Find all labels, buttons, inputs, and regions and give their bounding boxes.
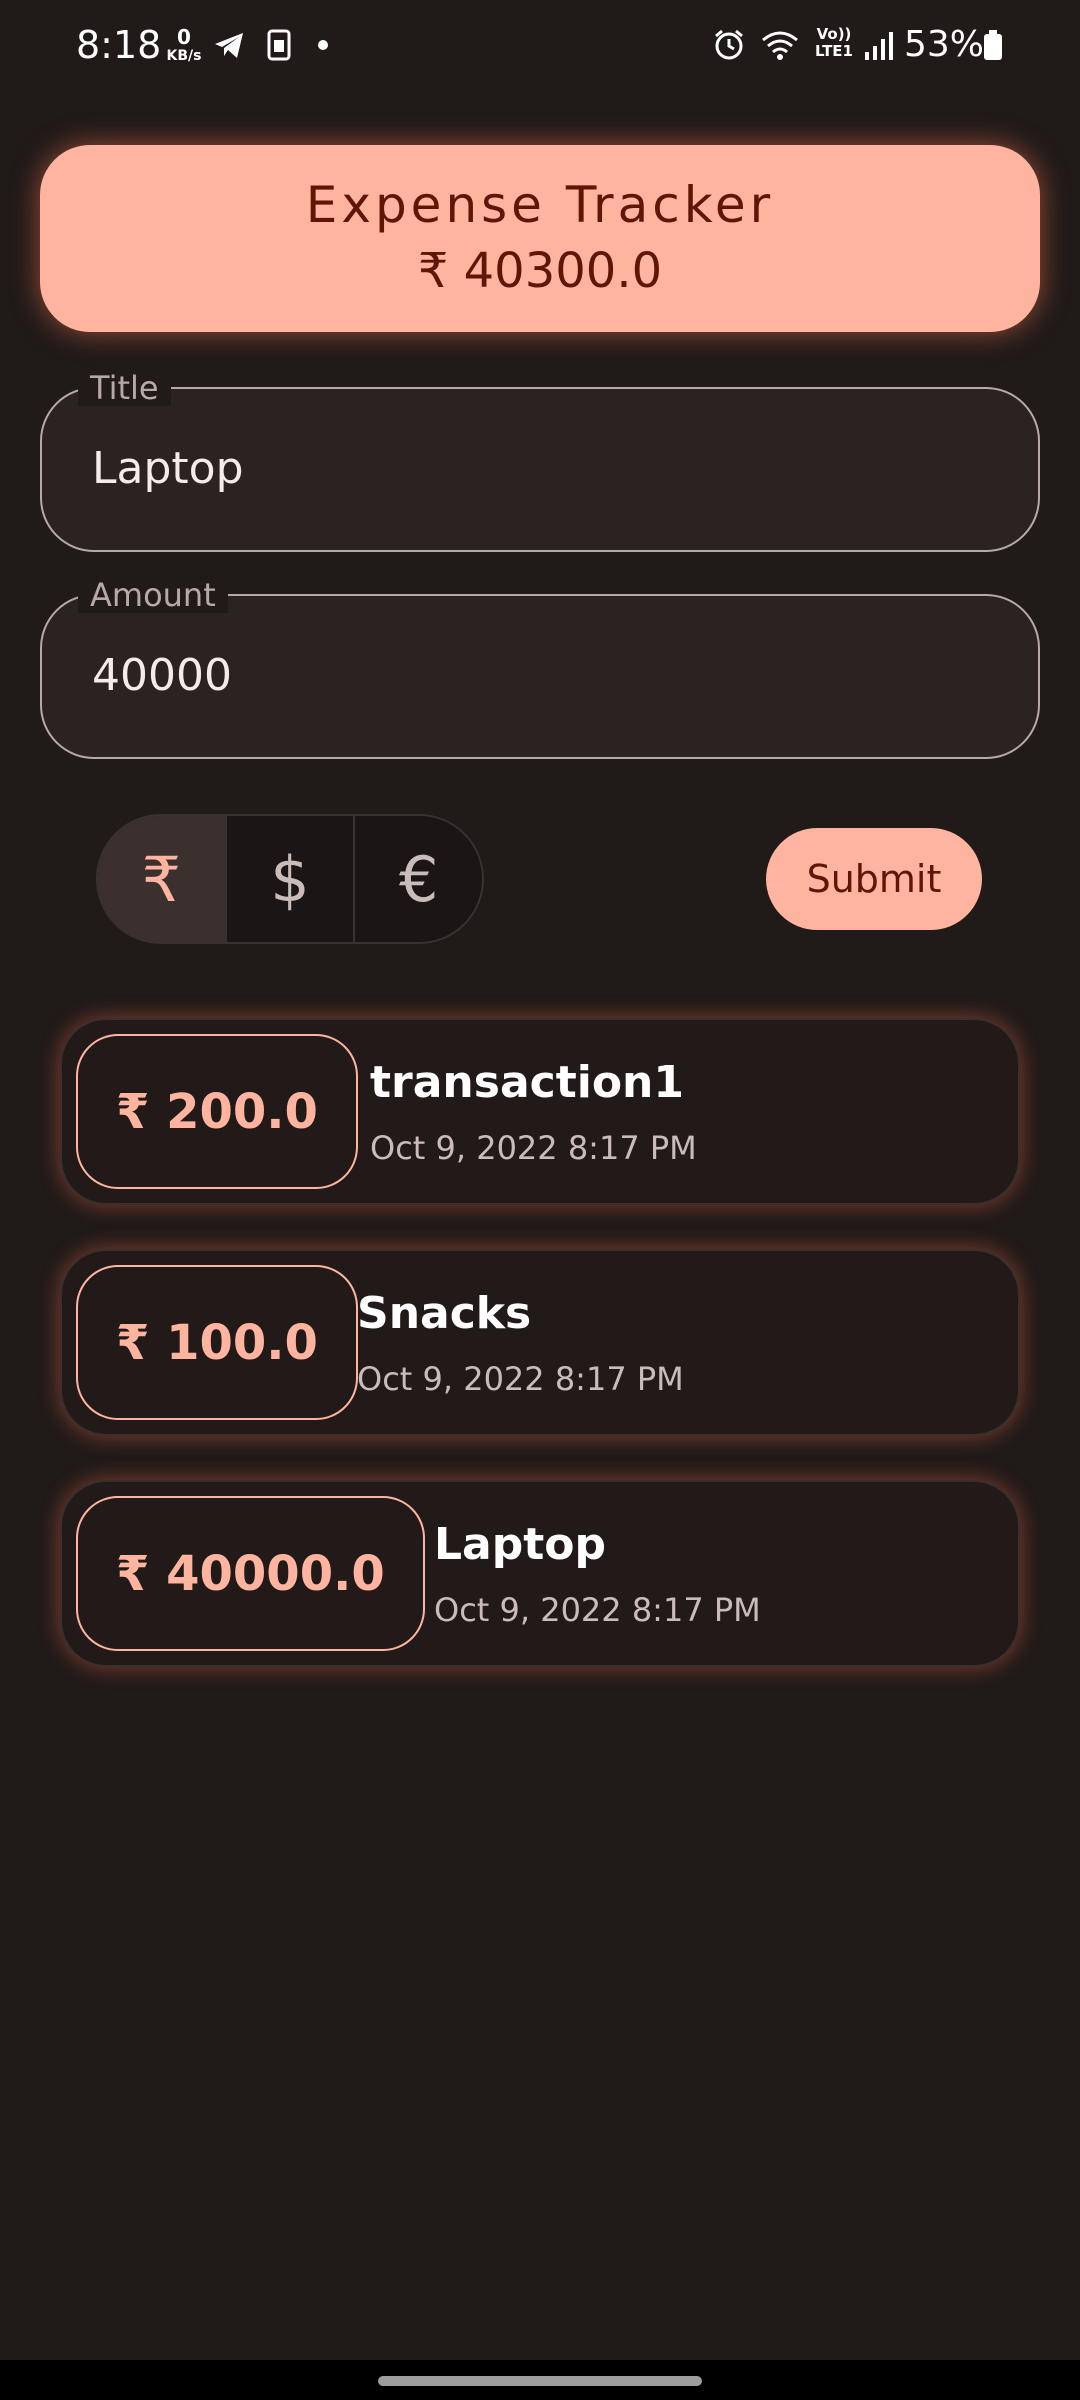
status-bar: 8:18 0 KB/s Vo)) LTE1 53% xyxy=(0,0,1080,90)
battery-icon xyxy=(984,30,1002,60)
transaction-date: Oct 9, 2022 8:17 PM xyxy=(357,1360,684,1398)
transaction-amount: ₹ 100.0 xyxy=(76,1265,358,1420)
network-speed-value: 0 xyxy=(177,25,191,49)
battery-percent: 53% xyxy=(904,24,985,65)
wifi-icon xyxy=(762,31,798,60)
app-title: Expense Tracker xyxy=(305,176,775,234)
transaction-title: Snacks xyxy=(357,1288,532,1339)
telegram-icon xyxy=(215,33,243,58)
currency-selector: ₹ $ € xyxy=(96,814,484,944)
currency-option-dollar[interactable]: $ xyxy=(226,816,356,942)
notification-dot-icon xyxy=(318,40,328,50)
transaction-amount: ₹ 40000.0 xyxy=(76,1496,425,1651)
status-time: 8:18 xyxy=(76,23,162,67)
total-expense: ₹ 40300.0 xyxy=(417,243,663,299)
sim-icon xyxy=(267,29,291,61)
title-field[interactable]: Title xyxy=(40,370,1040,552)
title-field-label: Title xyxy=(78,370,171,406)
alarm-icon xyxy=(715,29,743,60)
network-type: Vo)) LTE1 xyxy=(815,25,853,60)
transaction-date: Oct 9, 2022 8:17 PM xyxy=(434,1591,761,1629)
transaction-card[interactable]: ₹ 200.0 transaction1 Oct 9, 2022 8:17 PM xyxy=(60,1018,1020,1205)
transaction-date: Oct 9, 2022 8:17 PM xyxy=(370,1129,697,1167)
currency-option-euro[interactable]: € xyxy=(355,816,482,942)
transaction-title: transaction1 xyxy=(370,1057,684,1108)
transaction-amount: ₹ 200.0 xyxy=(76,1034,358,1189)
header-card: Expense Tracker ₹ 40300.0 xyxy=(40,145,1040,332)
title-input[interactable] xyxy=(92,441,992,497)
currency-option-rupee[interactable]: ₹ xyxy=(98,816,227,942)
signal-icon xyxy=(865,32,893,60)
amount-field[interactable]: Amount xyxy=(40,577,1040,759)
network-speed: 0 KB/s xyxy=(164,26,204,64)
submit-button[interactable]: Submit xyxy=(766,828,982,930)
home-gesture-handle[interactable] xyxy=(378,2376,702,2386)
transaction-card[interactable]: ₹ 100.0 Snacks Oct 9, 2022 8:17 PM xyxy=(60,1249,1020,1436)
transaction-title: Laptop xyxy=(434,1519,606,1570)
transaction-card[interactable]: ₹ 40000.0 Laptop Oct 9, 2022 8:17 PM xyxy=(60,1480,1020,1667)
amount-field-label: Amount xyxy=(78,577,228,613)
amount-input[interactable] xyxy=(92,648,992,704)
navigation-bar xyxy=(0,2360,1080,2400)
network-speed-unit: KB/s xyxy=(166,48,202,64)
